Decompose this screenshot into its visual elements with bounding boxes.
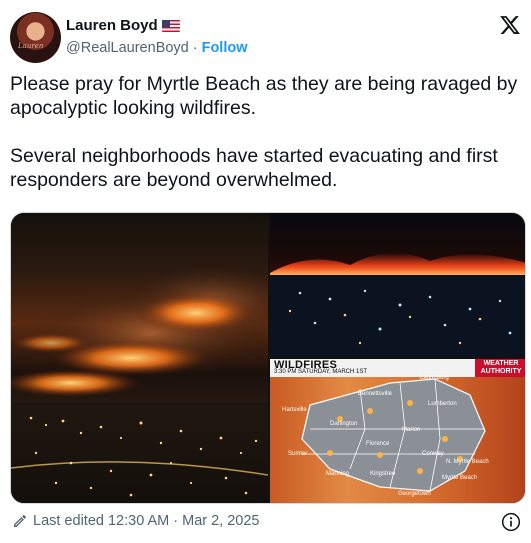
aerial-wildfire-photo[interactable] (11, 213, 268, 503)
tweet-paragraph: Several neighborhoods have started evacu… (10, 145, 498, 191)
tweet-footer: Last edited 12:30 AM · Mar 2, 2025 (12, 513, 260, 529)
display-name[interactable]: Lauren Boyd (66, 17, 158, 34)
separator-dot: · (192, 40, 198, 56)
handle-row: @RealLaurenBoyd · Follow (66, 40, 248, 56)
map-place-label: Manning (326, 471, 349, 477)
map-place-label: Lumberton (428, 401, 457, 407)
map-place-label: Georgetown (398, 491, 431, 497)
sc-county-map: Laurinburg Bennettsville Lumberton Hartsvil… (282, 375, 489, 497)
tweet-text: Please pray for Myrtle Beach as they are… (10, 72, 525, 216)
map-place-label: Laurinburg (420, 375, 449, 381)
avatar-signature: Lauren (18, 42, 44, 50)
name-row: Lauren Boyd (66, 17, 180, 34)
us-flag-icon (161, 19, 180, 32)
night-fire-illustration (270, 253, 525, 357)
map-place-label: Bennettsville (358, 391, 393, 397)
map-place-label: Marion (402, 427, 420, 433)
user-handle[interactable]: @RealLaurenBoyd (66, 40, 189, 56)
avatar[interactable]: Lauren (10, 12, 61, 63)
tweet-paragraph: Please pray for Myrtle Beach as they are… (10, 73, 518, 119)
map-place-label: Hartsville (282, 407, 307, 413)
tweet-header: Lauren Lauren Boyd @RealLaurenBoyd · Fol… (10, 12, 521, 64)
map-place-label: Florence (366, 441, 390, 447)
aerial-wildfire-illustration (11, 263, 268, 503)
follow-button[interactable]: Follow (202, 40, 248, 56)
map-place-label: Darlington (330, 421, 357, 427)
map-place-label: Myrtle Beach (442, 475, 477, 481)
map-place-label: Conway (422, 451, 444, 457)
weather-map-graphic[interactable]: WILDFIRES 3:30 PM SATURDAY, MARCH 1ST WE… (270, 359, 525, 503)
map-place-label: Kingstree (370, 471, 396, 477)
x-logo-icon[interactable] (499, 14, 521, 36)
map-place-label: N. Myrtle Beach (446, 459, 489, 465)
night-fire-photo[interactable] (270, 213, 525, 357)
info-icon[interactable] (501, 512, 521, 532)
map-place-label: Sumter (288, 451, 307, 457)
pencil-icon (14, 515, 27, 527)
media-grid: WILDFIRES 3:30 PM SATURDAY, MARCH 1ST WE… (10, 212, 526, 504)
last-edited-label[interactable]: Last edited 12:30 AM · Mar 2, 2025 (33, 513, 260, 529)
